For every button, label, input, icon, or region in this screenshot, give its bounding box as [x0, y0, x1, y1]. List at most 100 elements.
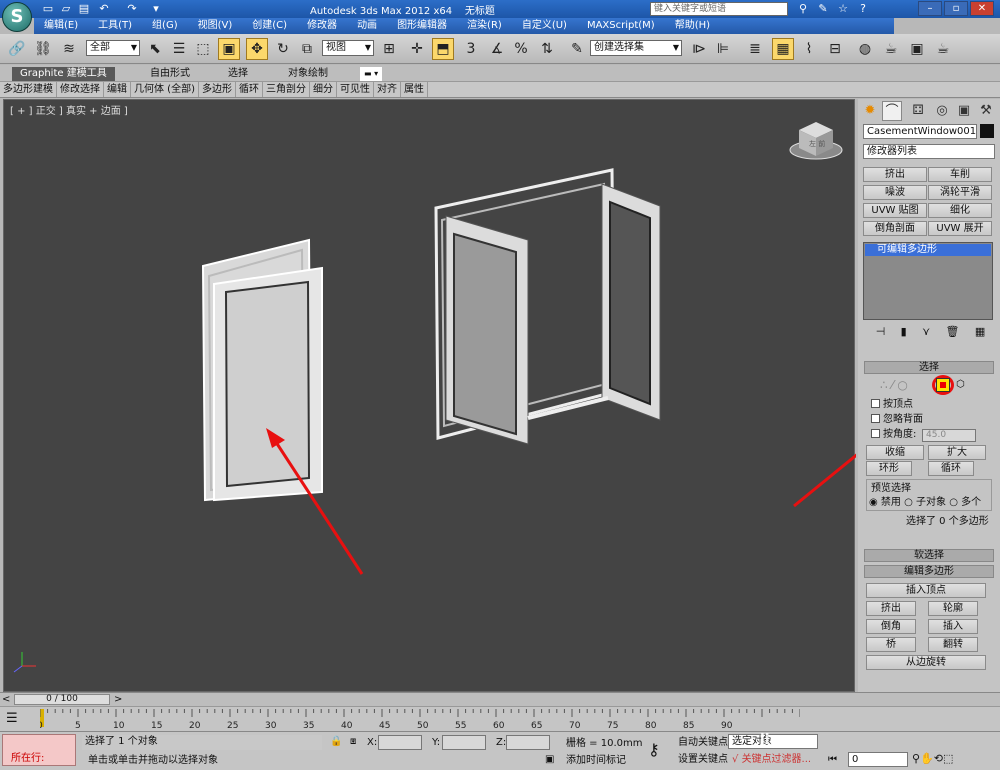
zoom-icon[interactable]: ⚲	[912, 752, 920, 765]
panel-align[interactable]: 对齐	[374, 82, 401, 97]
modifier-lathe-button[interactable]: 车削	[928, 167, 992, 182]
modify-tab-icon[interactable]: ⌒	[882, 101, 902, 121]
shrink-button[interactable]: 收缩	[866, 445, 924, 460]
render-production-icon[interactable]: ☕	[932, 38, 954, 60]
element-icon[interactable]: ⬡	[956, 379, 965, 390]
align-icon[interactable]: ⊫	[712, 38, 734, 60]
tab-selection[interactable]: 选择	[220, 67, 256, 81]
binoculars-icon[interactable]: ⚲	[795, 2, 811, 16]
maxscript-listener[interactable]: 所在行:	[2, 734, 76, 766]
current-frame-field[interactable]: 0	[848, 752, 908, 767]
open-file-icon[interactable]: ▱	[58, 2, 74, 16]
outline-button[interactable]: 轮廓	[928, 601, 978, 616]
menu-group[interactable]: 组(G)	[142, 18, 188, 34]
close-button[interactable]: ✕	[970, 1, 994, 16]
auto-key-button[interactable]: 自动关键点	[678, 736, 728, 749]
hierarchy-tab-icon[interactable]: ⚃	[908, 101, 928, 121]
panel-visibility[interactable]: 可见性	[337, 82, 374, 97]
x-coord-field[interactable]	[378, 735, 422, 750]
create-tab-icon[interactable]: ✹	[860, 101, 880, 121]
soft-selection-rollout-header[interactable]: 软选择	[864, 549, 994, 562]
panel-geometry-all[interactable]: 几何体 (全部)	[131, 82, 199, 97]
preview-multi-radio[interactable]: ○ 多个	[949, 497, 981, 508]
window-model-right[interactable]	[434, 168, 661, 445]
rectangular-selection-icon[interactable]: ⬚	[192, 38, 214, 60]
tools-icon[interactable]: ✎	[815, 2, 831, 16]
loop-button[interactable]: 循环	[928, 461, 974, 476]
bind-space-warp-icon[interactable]: ≋	[58, 38, 80, 60]
motion-tab-icon[interactable]: ◎	[932, 101, 952, 121]
panel-polygons[interactable]: 多边形	[199, 82, 236, 97]
modifier-uvw-map-button[interactable]: UVW 贴图	[863, 203, 927, 218]
menu-views[interactable]: 视图(V)	[188, 18, 243, 34]
bridge-button[interactable]: 桥	[866, 637, 916, 652]
pan-icon[interactable]: ✋	[920, 752, 934, 765]
viewcube[interactable]: 左 前	[789, 122, 843, 160]
modifier-bevel-profile-button[interactable]: 倒角剖面	[863, 221, 927, 236]
menu-graph-editors[interactable]: 图形编辑器	[387, 18, 457, 34]
select-scale-icon[interactable]: ⧉	[296, 38, 318, 60]
tab-freeform[interactable]: 自由形式	[142, 67, 198, 81]
application-menu-button[interactable]: S	[2, 2, 32, 32]
by-vertex-checkbox[interactable]: 按顶点	[871, 399, 913, 411]
pin-stack-icon[interactable]: ⊣	[876, 325, 886, 339]
tab-graphite[interactable]: Graphite 建模工具	[12, 67, 115, 81]
menu-maxscript[interactable]: MAXScript(M)	[577, 18, 665, 34]
key-filters-button[interactable]: √ 关键点过滤器...	[732, 753, 811, 766]
set-key-icon[interactable]: ⚷	[648, 740, 660, 759]
select-by-name-icon[interactable]: ☰	[168, 38, 190, 60]
go-to-start-icon[interactable]: ⏮	[828, 754, 837, 765]
ribbon-options-icon[interactable]: ▬ ▾	[360, 67, 383, 81]
time-slider-thumb[interactable]: 0 / 100	[14, 694, 110, 705]
selection-filter-dropdown[interactable]: 全部	[86, 40, 140, 56]
maximize-button[interactable]: ▫	[944, 1, 968, 16]
save-icon[interactable]: ▤	[76, 2, 92, 16]
polygon-mode-button[interactable]	[936, 378, 950, 392]
pivot-center-icon[interactable]: ⊞	[378, 38, 400, 60]
snaps-toggle-icon[interactable]: 3	[460, 38, 482, 60]
panel-edit[interactable]: 编辑	[104, 82, 131, 97]
y-coord-field[interactable]	[442, 735, 486, 750]
select-rotate-icon[interactable]: ↻	[272, 38, 294, 60]
object-name-field[interactable]: CasementWindow001	[863, 124, 977, 139]
menu-modifiers[interactable]: 修改器	[297, 18, 347, 34]
unlink-icon[interactable]: ⛓	[32, 38, 54, 60]
quick-access-dropdown-icon[interactable]: ▾	[148, 2, 164, 16]
schematic-view-icon[interactable]: ⊟	[824, 38, 846, 60]
modifier-unwrap-uvw-button[interactable]: UVW 展开	[928, 221, 992, 236]
search-input[interactable]: 键入关键字或短语	[650, 2, 788, 16]
stack-item-editable-poly[interactable]: 可编辑多边形	[865, 244, 991, 256]
render-setup-icon[interactable]: ☕	[880, 38, 902, 60]
menu-create[interactable]: 创建(C)	[242, 18, 297, 34]
window-model-left[interactable]	[201, 238, 323, 502]
help-icon[interactable]: ?	[855, 2, 871, 16]
bevel-button[interactable]: 倒角	[866, 619, 916, 634]
rendered-frame-icon[interactable]: ▣	[906, 38, 928, 60]
edit-named-selection-icon[interactable]: ✎	[566, 38, 588, 60]
layer-manager-icon[interactable]: ≣	[744, 38, 766, 60]
select-object-icon[interactable]: ⬉	[144, 38, 166, 60]
inset-button[interactable]: 插入	[928, 619, 978, 634]
menu-rendering[interactable]: 渲染(R)	[457, 18, 512, 34]
mini-curve-editor-icon[interactable]: ☰	[6, 711, 18, 726]
edge-icon[interactable]: ⁄	[891, 378, 893, 392]
star-icon[interactable]: ☆	[835, 2, 851, 16]
material-editor-icon[interactable]: ◍	[854, 38, 876, 60]
by-angle-checkbox[interactable]: 按角度:	[871, 429, 916, 441]
utilities-tab-icon[interactable]: ⚒	[976, 101, 996, 121]
border-icon[interactable]: ○	[897, 378, 907, 392]
menu-animation[interactable]: 动画	[347, 18, 387, 34]
keyboard-shortcut-override-icon[interactable]: ⬒	[432, 38, 454, 60]
orbit-icon[interactable]: ⟲	[934, 752, 943, 765]
grow-button[interactable]: 扩大	[928, 445, 986, 460]
modifier-turbosmooth-button[interactable]: 涡轮平滑	[928, 185, 992, 200]
menu-customize[interactable]: 自定义(U)	[512, 18, 577, 34]
z-coord-field[interactable]	[506, 735, 550, 750]
modifier-tessellate-button[interactable]: 细化	[928, 203, 992, 218]
curve-editor-icon[interactable]: ⌇	[798, 38, 820, 60]
absolute-mode-icon[interactable]: ⧆	[350, 736, 356, 747]
panel-polygon-modeling[interactable]: 多边形建模	[0, 82, 57, 97]
graphite-toggle-icon[interactable]: ▦	[772, 38, 794, 60]
insert-vertex-button[interactable]: 插入顶点	[866, 583, 986, 598]
mirror-icon[interactable]: ⧐	[688, 38, 710, 60]
